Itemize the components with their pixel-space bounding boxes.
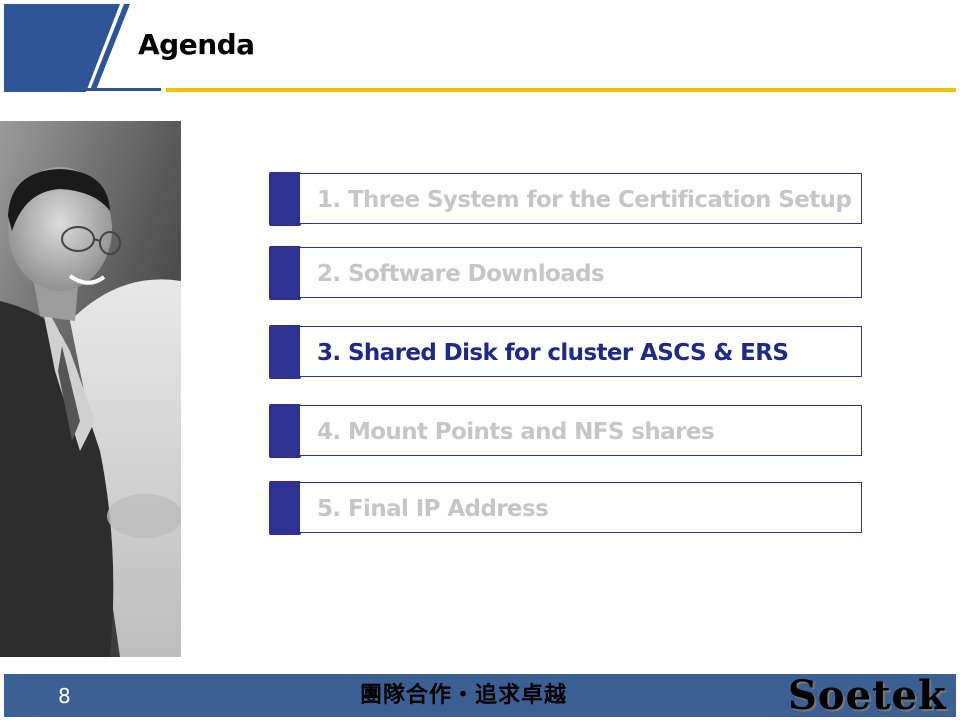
agenda-item-3[interactable]: 3. Shared Disk for cluster ASCS & ERS	[268, 325, 862, 379]
soetek-logo: Soetek	[788, 672, 947, 719]
agenda-item-label: 1. Three System for the Certification Se…	[317, 187, 852, 213]
agenda-item-label: 5. Final IP Address	[317, 496, 549, 522]
agenda-list: 1. Three System for the Certification Se…	[268, 172, 864, 542]
page-title: Agenda	[138, 28, 255, 61]
agenda-item-tab	[269, 246, 301, 300]
header-blue-rule	[4, 88, 161, 91]
page-number: 8	[58, 684, 71, 708]
header-gold-rule	[166, 88, 956, 92]
agenda-item-label: 2. Software Downloads	[317, 261, 605, 287]
footer-slogan: 團隊合作・追求卓越	[360, 682, 568, 708]
slide-footer: 8 團隊合作・追求卓越 Soetek	[4, 674, 956, 717]
slide-header: Agenda	[0, 0, 960, 95]
agenda-item-1[interactable]: 1. Three System for the Certification Se…	[268, 172, 862, 226]
agenda-item-tab	[269, 325, 301, 379]
agenda-item-tab	[269, 481, 301, 535]
agenda-item-5[interactable]: 5. Final IP Address	[268, 481, 862, 535]
business-man-photo	[0, 121, 181, 657]
agenda-item-label: 3. Shared Disk for cluster ASCS & ERS	[317, 340, 789, 366]
agenda-item-tab	[269, 172, 301, 226]
header-blue-block	[4, 4, 120, 92]
agenda-item-label: 4. Mount Points and NFS shares	[317, 419, 715, 445]
agenda-item-tab	[269, 404, 301, 458]
agenda-item-2[interactable]: 2. Software Downloads	[268, 246, 862, 300]
agenda-item-4[interactable]: 4. Mount Points and NFS shares	[268, 404, 862, 458]
